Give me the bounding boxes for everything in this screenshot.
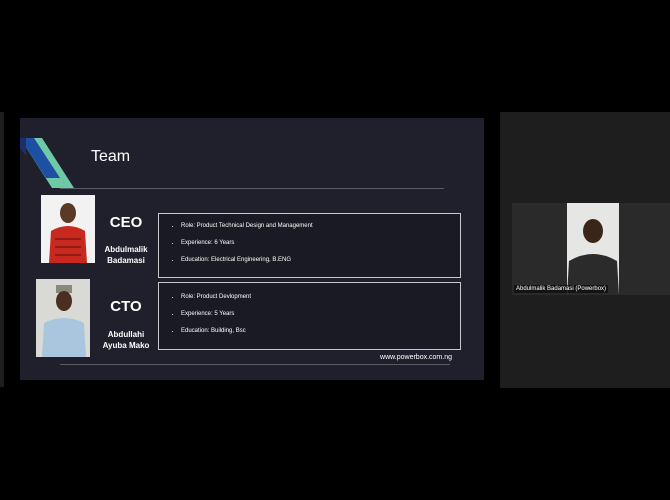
ceo-detail-role: Role: Product Technical Design and Manag… [181, 223, 460, 230]
participant-name-label: Abdulmalik Badamasi (Powerbox) [514, 285, 609, 293]
participant-video [567, 203, 619, 295]
slide-title: Team [91, 148, 131, 165]
cto-name-line2: Ayuba Mako [102, 341, 150, 350]
ceo-role-title: CEO [109, 214, 143, 231]
participant-tile[interactable]: Abdulmalik Badamasi (Powerbox) [512, 203, 670, 295]
website-footer: www.powerbox.com.ng [380, 354, 452, 361]
footer-divider [60, 364, 450, 365]
ceo-photo [41, 195, 95, 263]
cto-photo [36, 279, 90, 357]
participants-panel: Abdulmalik Badamasi (Powerbox) [500, 112, 670, 388]
slide-logo-chevron [20, 138, 74, 188]
ceo-detail-experience: Experience: 6 Years [181, 240, 460, 247]
cto-info-box: Role: Product Devlopment Experience: 5 Y… [158, 282, 461, 350]
shared-slide: Team CEO Abdulmalik Badamasi Role: Produ… [20, 118, 484, 380]
cto-detail-role: Role: Product Devlopment [181, 294, 460, 301]
cto-name: Abdullahi Ayuba Mako [96, 329, 156, 351]
cto-detail-experience: Experience: 5 Years [181, 311, 460, 318]
left-panel-edge [0, 112, 4, 387]
cto-name-line1: Abdullahi [107, 330, 145, 339]
ceo-name-line2: Badamasi [107, 256, 145, 265]
ceo-detail-education: Education: Electrical Engineering, B.ENG [181, 257, 460, 264]
cto-detail-education: Education: Building, Bsc [181, 328, 460, 335]
title-divider [60, 188, 444, 189]
ceo-name-line1: Abdulmalik [104, 245, 148, 254]
ceo-info-box: Role: Product Technical Design and Manag… [158, 213, 461, 278]
ceo-name: Abdulmalik Badamasi [96, 244, 156, 266]
cto-role-title: CTO [110, 298, 142, 315]
